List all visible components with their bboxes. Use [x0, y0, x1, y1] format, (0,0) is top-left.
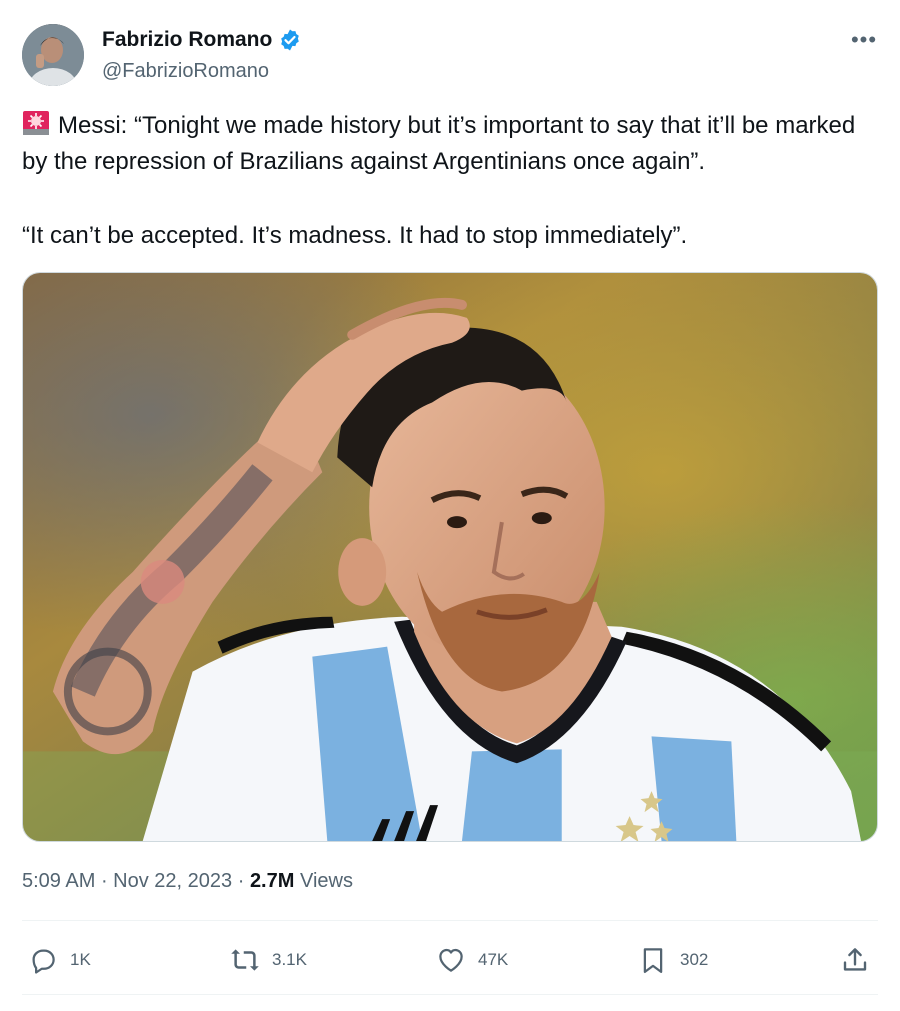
views-label: Views — [294, 870, 353, 892]
divider — [22, 994, 878, 995]
heart-icon — [436, 945, 466, 975]
tweet-date[interactable]: Nov 22, 2023 — [113, 870, 232, 892]
verified-badge-icon — [278, 28, 302, 52]
tweet-text: Messi: “Tonight we made history but it’s… — [22, 108, 882, 254]
author-avatar[interactable] — [22, 24, 84, 86]
meta-separator: · — [95, 870, 114, 892]
like-count: 47K — [478, 950, 509, 969]
reply-button[interactable]: 1K — [28, 942, 91, 978]
tweet-paragraph-1-text: Messi: “Tonight we made history but it’s… — [22, 112, 856, 175]
reply-icon — [28, 945, 58, 975]
bookmark-icon — [638, 945, 668, 975]
repost-icon — [230, 945, 260, 975]
share-icon — [840, 945, 870, 975]
tweet-meta: 5:09 AM · Nov 22, 2023 · 2.7M Views — [22, 870, 353, 893]
repost-button[interactable]: 3.1K — [230, 942, 307, 978]
author-name-row: Fabrizio Romano — [102, 28, 302, 52]
tweet-photo[interactable] — [22, 272, 878, 842]
tweet-card: Fabrizio Romano @FabrizioRomano ••• Mess… — [0, 0, 900, 1011]
tweet-paragraph-2: “It can’t be accepted. It’s madness. It … — [22, 222, 688, 249]
siren-emoji-icon — [22, 109, 50, 137]
tweet-paragraph-1: Messi: “Tonight we made history but it’s… — [22, 108, 882, 180]
more-icon[interactable]: ••• — [846, 28, 882, 52]
share-button[interactable] — [840, 942, 870, 978]
like-button[interactable]: 47K — [436, 942, 508, 978]
bookmark-button[interactable]: 302 — [638, 942, 708, 978]
divider — [22, 920, 878, 921]
reply-count: 1K — [70, 950, 91, 969]
repost-count: 3.1K — [272, 950, 307, 969]
author-display-name[interactable]: Fabrizio Romano — [102, 28, 272, 52]
bookmark-count: 302 — [680, 950, 709, 969]
author-handle[interactable]: @FabrizioRomano — [102, 60, 269, 83]
meta-separator: · — [232, 870, 250, 892]
views-count[interactable]: 2.7M — [250, 870, 294, 892]
tweet-time[interactable]: 5:09 AM — [22, 870, 95, 892]
